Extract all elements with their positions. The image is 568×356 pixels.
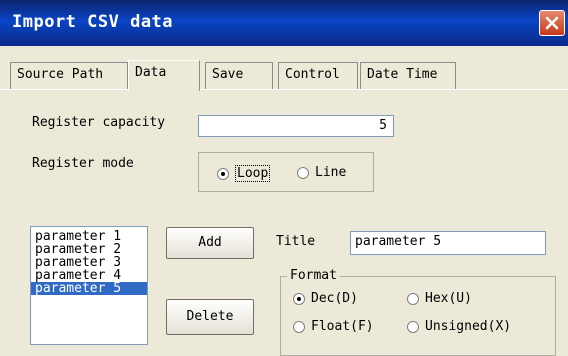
tab-strip: Source Path Data Save Control Date Time: [0, 60, 568, 91]
format-unsigned-radio[interactable]: Unsigned(X): [407, 319, 511, 334]
radio-dot-selected-icon: [217, 167, 229, 180]
unsigned-label: Unsigned(X): [425, 319, 512, 334]
line-label: Line: [315, 165, 347, 180]
format-dec-radio[interactable]: Dec(D): [293, 291, 358, 306]
format-float-radio[interactable]: Float(F): [293, 319, 374, 334]
tab-source-path[interactable]: Source Path: [10, 62, 128, 89]
close-button[interactable]: [539, 10, 565, 36]
radio-dot-icon: [293, 320, 305, 333]
add-button[interactable]: Add: [166, 227, 254, 259]
list-item-selected[interactable]: parameter 5: [31, 282, 147, 295]
register-mode-label: Register mode: [32, 156, 134, 171]
format-label: Format: [287, 268, 340, 283]
register-mode-loop-radio[interactable]: Loop: [217, 165, 271, 182]
parameter-list[interactable]: parameter 1 parameter 2 parameter 3 para…: [30, 226, 148, 345]
window-title: Import CSV data: [12, 12, 174, 32]
register-capacity-input[interactable]: 5: [198, 115, 394, 137]
radio-dot-icon: [297, 166, 309, 179]
tab-save[interactable]: Save: [205, 62, 273, 89]
format-hex-radio[interactable]: Hex(U): [407, 291, 472, 306]
tab-data[interactable]: Data: [128, 60, 200, 91]
format-group: Format Dec(D) Hex(U) Float(F) Unsigned(X…: [280, 268, 556, 356]
close-icon: [545, 16, 559, 30]
radio-dot-icon: [407, 292, 419, 305]
tab-date-time[interactable]: Date Time: [360, 62, 456, 89]
hex-label: Hex(U): [425, 291, 472, 306]
title-bar: Import CSV data: [0, 0, 568, 46]
loop-label: Loop: [235, 165, 271, 182]
data-tab-panel: Register capacity 5 Register mode Loop L…: [10, 89, 568, 356]
title-label: Title: [276, 234, 316, 249]
radio-dot-selected-icon: [293, 292, 305, 305]
register-mode-line-radio[interactable]: Line: [297, 165, 346, 180]
register-capacity-label: Register capacity: [32, 115, 166, 130]
title-input[interactable]: parameter 5: [350, 231, 546, 255]
radio-dot-icon: [407, 320, 419, 333]
tab-control[interactable]: Control: [278, 62, 358, 89]
dec-label: Dec(D): [311, 291, 358, 306]
float-label: Float(F): [311, 319, 374, 334]
register-mode-group: Loop Line: [198, 152, 374, 192]
delete-button[interactable]: Delete: [166, 299, 254, 335]
